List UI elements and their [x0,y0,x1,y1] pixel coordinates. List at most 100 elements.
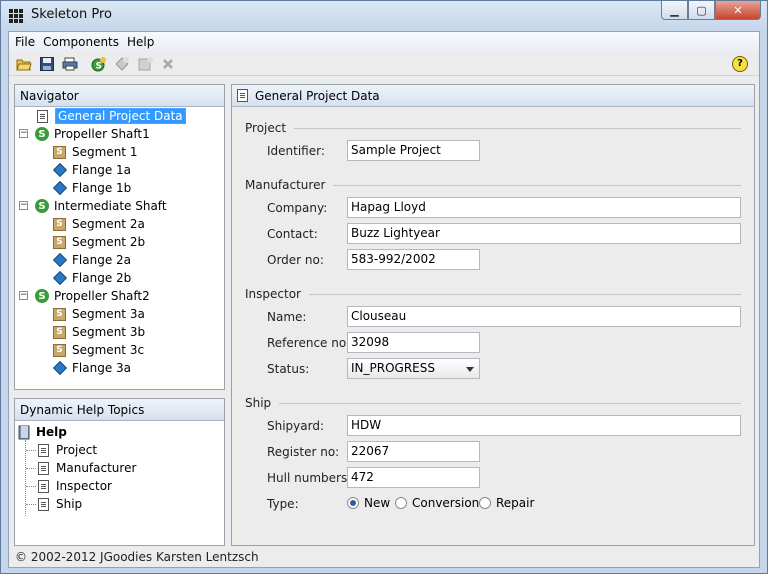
segment-icon: S [53,307,66,321]
menu-file[interactable]: File [15,35,35,49]
collapse-icon[interactable]: − [19,201,28,210]
tree-item-label: Segment 1 [72,145,138,159]
name-label: Name: [267,310,307,324]
help-tree-branch [26,450,36,451]
segment-icon: S [53,343,66,357]
tree-item[interactable]: Flange 3a [15,359,224,377]
tree-item[interactable]: − S Propeller Shaft1 [15,125,224,143]
radio-icon[interactable] [395,497,407,509]
menu-bar: File Components Help [9,32,759,52]
type-label: Type: [267,497,299,511]
tree-item[interactable]: S Segment 3a [15,305,224,323]
main-header: General Project Data [232,85,754,107]
toolbar: S ? [9,52,759,76]
help-icon[interactable]: ? [732,55,748,72]
reference-label: Reference no: [267,336,351,350]
help-root[interactable]: Help [18,423,67,441]
tree-item[interactable]: Flange 1a [15,161,224,179]
identifier-field[interactable]: Sample Project [347,140,480,161]
app-grid-icon [9,9,23,23]
help-topic-item[interactable]: Manufacturer [38,459,136,477]
order-field[interactable]: 583-992/2002 [347,249,480,270]
help-topics-tree: Help Project Manufacturer Inspector Ship [15,421,224,541]
status-combo[interactable]: IN_PROGRESS [347,358,480,379]
tree-item-label: Segment 2b [72,235,146,249]
section-ship-label: Ship [245,396,272,410]
navigator-panel: Navigator General Project Data − S Propelle… [14,84,225,390]
add-segment-icon[interactable] [136,55,154,73]
help-tree-branch [26,486,36,487]
menu-components[interactable]: Components [43,35,119,49]
tree-item[interactable]: S Segment 3b [15,323,224,341]
type-radio-new[interactable]: New [347,496,390,510]
delete-icon[interactable] [159,55,177,73]
section-ship: Ship [245,396,741,410]
window-title: Skeleton Pro [31,7,112,22]
close-button[interactable]: ✕ [715,1,761,20]
save-icon[interactable] [38,55,56,73]
shipyard-field[interactable]: HDW [347,415,741,436]
flange-icon [52,180,67,196]
status-label: Status: [267,362,310,376]
status-bar: © 2002-2012 JGoodies Karsten Lentzsch [15,550,259,564]
type-radio-conversion[interactable]: Conversion [395,496,479,510]
navigator-header: Navigator [15,85,224,107]
company-field[interactable]: Hapag Lloyd [347,197,741,218]
tree-item[interactable]: S Segment 2b [15,233,224,251]
collapse-icon[interactable]: − [19,291,28,300]
flange-icon [52,270,67,286]
document-icon [38,461,49,475]
register-field[interactable]: 22067 [347,441,480,462]
type-conversion-label: Conversion [412,496,480,510]
tree-item-label: Flange 1a [72,163,131,177]
help-topics-panel: Dynamic Help Topics Help Project Manufact… [14,398,225,546]
tree-item[interactable]: Flange 1b [15,179,224,197]
tree-item-label: Propeller Shaft1 [54,127,150,141]
help-root-label: Help [36,425,67,439]
help-topic-label: Inspector [56,479,112,493]
name-field[interactable]: Clouseau [347,306,741,327]
radio-icon[interactable] [479,497,491,509]
print-icon[interactable] [61,55,79,73]
tree-item[interactable]: S Segment 1 [15,143,224,161]
open-folder-icon[interactable] [15,55,33,73]
radio-selected-icon[interactable] [347,497,359,509]
help-topic-label: Ship [56,497,83,511]
tree-item[interactable]: S Segment 3c [15,341,224,359]
type-radio-repair[interactable]: Repair [479,496,534,510]
add-shaft-icon[interactable]: S [90,55,108,73]
collapse-icon[interactable]: − [19,129,28,138]
help-topic-item[interactable]: Ship [38,495,82,513]
title-bar[interactable]: Skeleton Pro ▁ ▢ ✕ [1,1,767,31]
maximize-button[interactable]: ▢ [688,1,715,20]
register-label: Register no: [267,445,340,459]
add-flange-icon[interactable] [113,55,131,73]
help-topic-item[interactable]: Inspector [38,477,112,495]
contact-field[interactable]: Buzz Lightyear [347,223,741,244]
chevron-down-icon[interactable] [466,367,474,372]
tree-item[interactable]: S Segment 2a [15,215,224,233]
tree-item-label: Intermediate Shaft [54,199,167,213]
help-topic-item[interactable]: Project [38,441,97,459]
minimize-button[interactable]: ▁ [661,1,688,20]
tree-item-label: Flange 2a [72,253,131,267]
tree-item[interactable]: − S Propeller Shaft2 [15,287,224,305]
main-title: General Project Data [255,88,380,103]
tree-item[interactable]: General Project Data [15,107,224,125]
menu-help[interactable]: Help [127,35,154,49]
hull-field[interactable]: 472 [347,467,480,488]
help-topic-label: Manufacturer [56,461,137,475]
order-label: Order no: [267,253,324,267]
tree-item[interactable]: Flange 2a [15,251,224,269]
tree-item[interactable]: Flange 2b [15,269,224,287]
reference-field[interactable]: 32098 [347,332,480,353]
svg-text:S: S [96,61,102,71]
company-label: Company: [267,201,328,215]
tree-item-label: Flange 2b [72,271,132,285]
section-inspector-label: Inspector [245,287,301,301]
help-topics-header: Dynamic Help Topics [15,399,224,421]
tree-item[interactable]: − S Intermediate Shaft [15,197,224,215]
document-icon [237,89,248,102]
tree-item-label: Segment 3b [72,325,146,339]
document-icon [38,443,49,457]
